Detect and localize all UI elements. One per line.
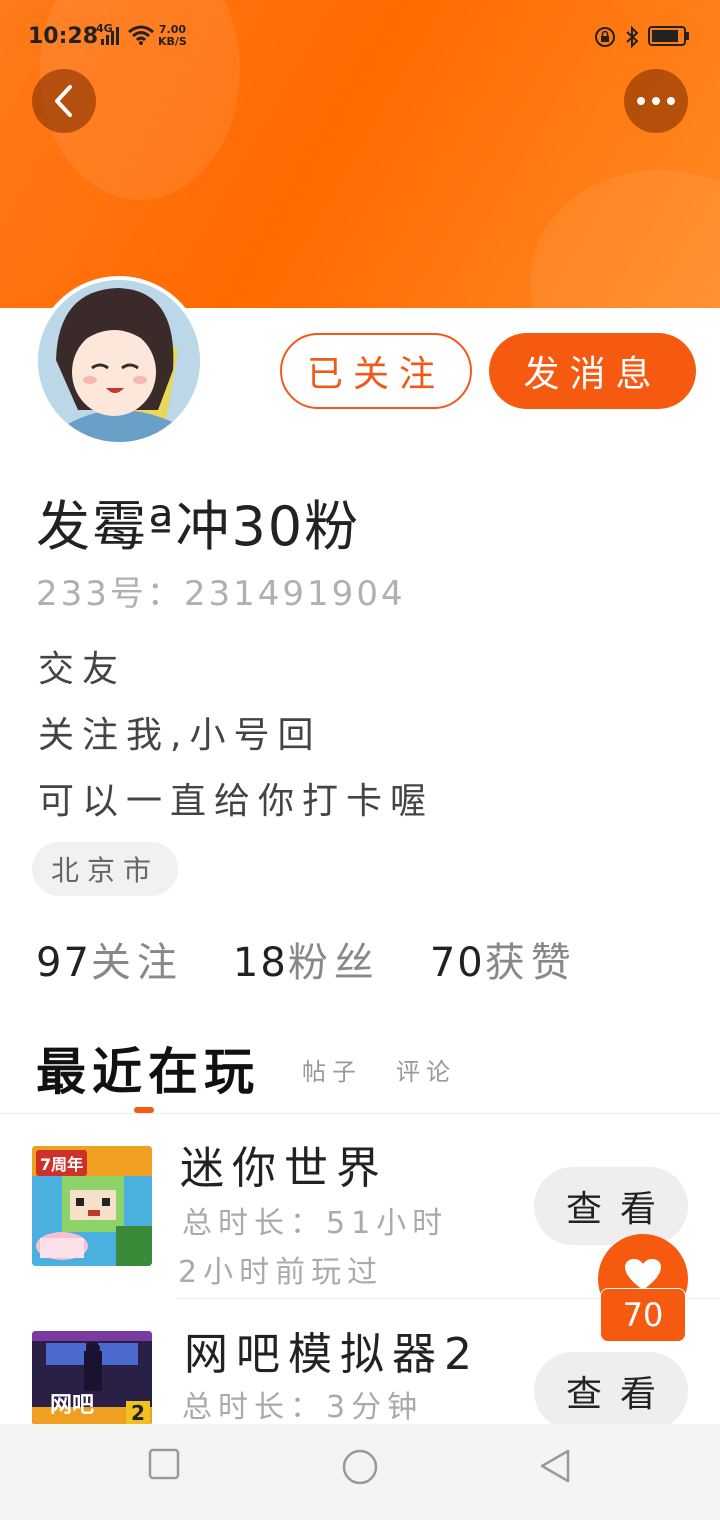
network-speed: 7.00 KB/S: [158, 24, 187, 48]
profile-name: 发霉ª冲30粉: [36, 495, 361, 558]
network-speed-unit: KB/S: [158, 35, 187, 48]
status-bar: 10:28 4G 7.00 KB/S: [0, 0, 720, 72]
rotation-lock-icon: [595, 27, 615, 47]
avatar-image: [38, 280, 200, 442]
game-total-time: 总时长：3分钟: [182, 1390, 424, 1425]
send-message-button[interactable]: 发消息: [489, 333, 696, 409]
tab-posts[interactable]: 帖子: [302, 1052, 362, 1087]
recent-apps-icon[interactable]: [148, 1448, 180, 1480]
game-thumbnail-mini-world[interactable]: 7周年: [32, 1146, 152, 1266]
bio-line: 可以一直给你打卡喔: [38, 781, 435, 822]
chevron-left-icon: [55, 85, 72, 117]
signal-icon: [101, 27, 119, 45]
system-navigation-bar: [0, 1424, 720, 1520]
followed-button[interactable]: 已关注: [280, 333, 472, 409]
thumb-badge: 7周年: [36, 1150, 88, 1176]
avatar[interactable]: [34, 276, 204, 446]
battery-icon: [648, 26, 689, 46]
thumb-title-text: 网吧: [50, 1393, 95, 1418]
profile-stats: 97关注 18粉丝 70获赞: [36, 930, 627, 988]
view-game-button[interactable]: 查看: [534, 1352, 688, 1430]
game-last-played: 2小时前玩过: [178, 1255, 384, 1290]
game-title[interactable]: 网吧模拟器2: [184, 1318, 480, 1382]
bio-line: 关注我,小号回: [38, 715, 322, 756]
thumb-badge: 2: [131, 1401, 145, 1425]
tab-comments[interactable]: 评论: [396, 1052, 456, 1087]
game-total-time: 总时长：51小时: [182, 1206, 449, 1241]
home-icon[interactable]: [341, 1448, 379, 1486]
heart-icon: [625, 1259, 661, 1290]
bluetooth-icon: [626, 26, 639, 48]
back-button[interactable]: [32, 69, 96, 133]
status-time: 10:28: [28, 24, 99, 49]
divider: [0, 1113, 720, 1114]
like-count[interactable]: 70: [600, 1288, 686, 1342]
bio-line: 交友: [38, 649, 127, 690]
game-title[interactable]: 迷你世界: [180, 1132, 388, 1196]
back-nav-icon[interactable]: [538, 1448, 572, 1484]
user-id: 233号：231491904: [36, 574, 406, 614]
fans-label[interactable]: 粉丝: [288, 940, 380, 986]
fans-count[interactable]: 18: [233, 940, 288, 986]
tab-recently-played[interactable]: 最近在玩: [36, 1032, 260, 1104]
location-tag: 北京市: [32, 842, 178, 896]
wifi-icon: [128, 25, 154, 45]
following-label[interactable]: 关注: [91, 940, 183, 986]
following-count[interactable]: 97: [36, 940, 91, 986]
header-decoration: [530, 170, 720, 308]
likes-count: 70: [429, 940, 485, 986]
more-options-button[interactable]: [624, 69, 688, 133]
likes-label: 获赞: [484, 940, 577, 986]
game-thumbnail-internet-cafe-simulator[interactable]: 网吧 2: [32, 1331, 152, 1425]
more-dots-icon: [637, 97, 675, 105]
view-game-button[interactable]: 查看: [534, 1167, 688, 1245]
